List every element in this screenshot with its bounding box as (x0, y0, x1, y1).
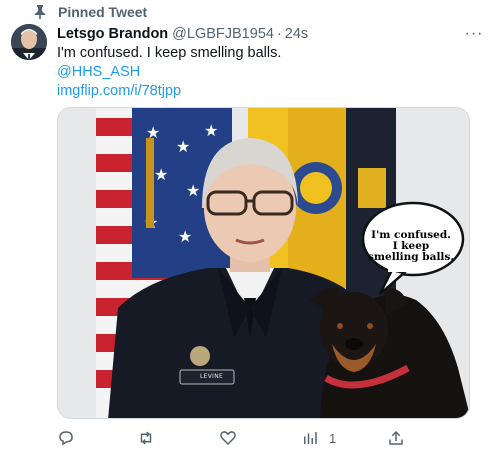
like-button[interactable] (219, 428, 247, 448)
timestamp[interactable]: 24s (285, 26, 308, 42)
bubble-line: smelling balls. (368, 251, 454, 263)
retweet-button[interactable] (137, 428, 165, 448)
views-count: 1 (329, 430, 337, 446)
reply-icon (57, 429, 75, 447)
views-button[interactable]: 1 (301, 428, 336, 448)
tweet-text-line: I'm confused. I keep smelling balls. (57, 45, 282, 61)
pin-icon (32, 4, 48, 20)
svg-text:★: ★ (176, 139, 190, 156)
tweet-actions: 1 (57, 428, 403, 448)
svg-text:★: ★ (154, 167, 168, 184)
share-button[interactable] (387, 428, 415, 448)
svg-text:★: ★ (186, 183, 200, 200)
separator-dot: · (276, 26, 282, 42)
svg-text:★: ★ (204, 123, 218, 140)
pinned-label: Pinned Tweet (58, 4, 148, 20)
pinned-indicator: Pinned Tweet (32, 4, 147, 20)
mention-link[interactable]: @HHS_ASH (57, 63, 486, 82)
tweet-header: Letsgo Brandon @LGBFJB1954 · 24s ··· (57, 24, 486, 44)
url-link[interactable]: imgflip.com/i/78tjpp (57, 82, 486, 101)
svg-text:★: ★ (178, 229, 192, 246)
speech-bubble-text: I'm confused. I keep smelling balls. (367, 230, 455, 263)
user-handle[interactable]: @LGBFJB1954 (172, 26, 274, 42)
views-icon (301, 429, 319, 447)
retweet-icon (137, 429, 155, 447)
tweet-text: I'm confused. I keep smelling balls. @HH… (57, 44, 486, 101)
avatar[interactable] (11, 24, 47, 60)
share-icon (387, 429, 405, 447)
like-icon (219, 429, 237, 447)
reply-button[interactable] (57, 428, 85, 448)
tweet-media-image[interactable]: ★ ★ ★ ★ ★ ★ ★ ★ ★ (57, 107, 470, 419)
nametag-text: LEVINE (200, 373, 224, 380)
more-icon[interactable]: ··· (462, 24, 486, 44)
display-name[interactable]: Letsgo Brandon (57, 26, 168, 42)
